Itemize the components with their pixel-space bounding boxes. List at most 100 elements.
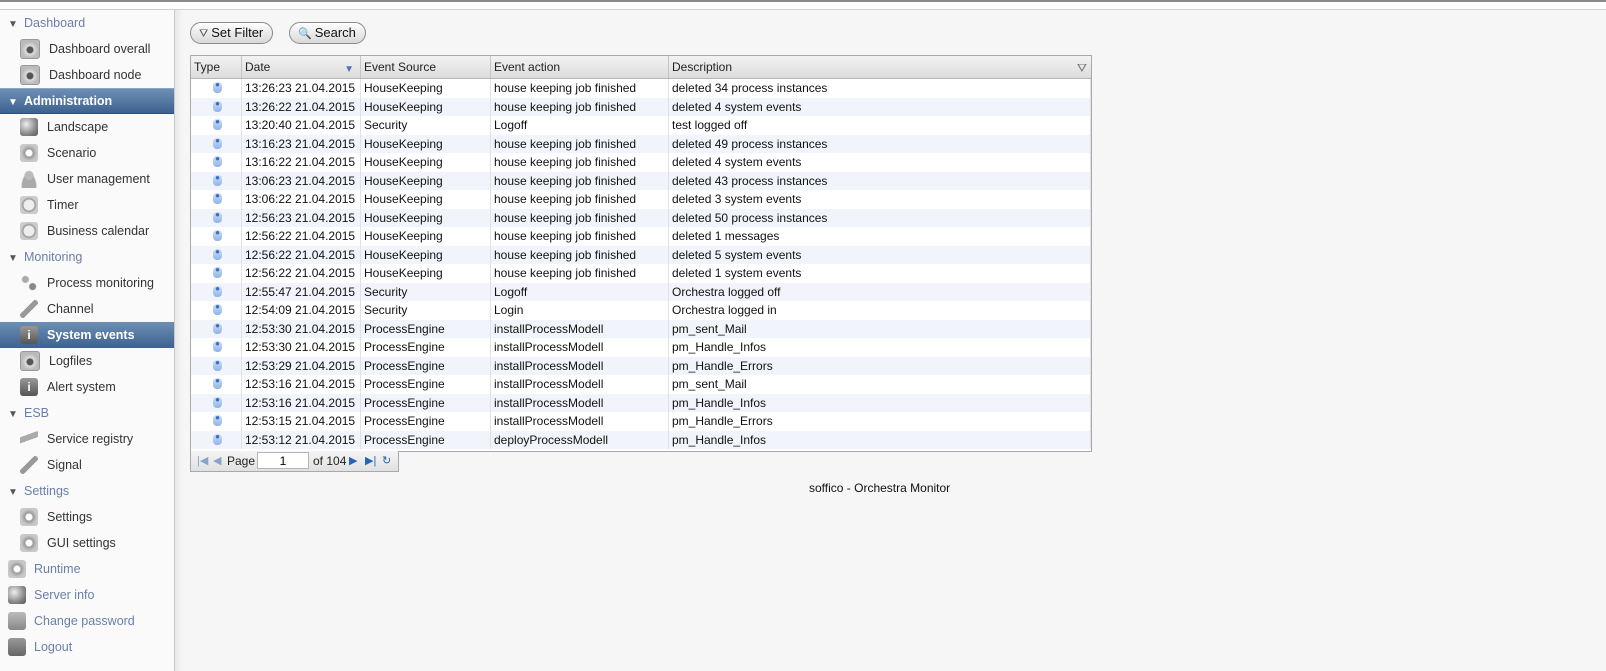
table-row[interactable]: 12:53:30 21.04.2015 ProcessEngine installP… <box>191 338 1091 357</box>
event-source-cell: ProcessEngine <box>361 338 491 357</box>
table-row[interactable]: 12:53:30 21.04.2015 ProcessEngine installP… <box>191 319 1091 338</box>
sidebar-item-logfiles[interactable]: Logfiles <box>0 348 174 374</box>
sidebar-item-process-monitoring[interactable]: Process monitoring <box>0 270 174 296</box>
table-row[interactable]: 13:06:23 21.04.2015 HouseKeeping house kee… <box>191 171 1091 190</box>
table-row[interactable]: 12:53:12 21.04.2015 ProcessEngine deployPr… <box>191 430 1091 449</box>
sidebar-item-label: Signal <box>47 458 82 472</box>
sidebar-item-signal[interactable]: Signal <box>0 452 174 478</box>
column-header-type[interactable]: Type <box>191 56 242 78</box>
clock-icon <box>20 195 38 214</box>
event-action-cell: house keeping job finished <box>491 245 669 264</box>
event-action-cell: installProcessModell <box>491 319 669 338</box>
description-cell: test logged off <box>669 116 1091 135</box>
first-page-icon[interactable]: |◀ <box>197 451 208 471</box>
sidebar-item-server-info[interactable]: Server info <box>0 582 174 608</box>
column-header-date[interactable]: Date ▼ <box>242 56 361 78</box>
set-filter-button[interactable]: ⛛ Set Filter <box>190 22 274 44</box>
section-settings[interactable]: ▼ Settings <box>0 478 174 504</box>
sidebar-item-gui-settings[interactable]: GUI settings <box>0 530 174 556</box>
type-cell <box>191 264 242 283</box>
sidebar-item-landscape[interactable]: Landscape <box>0 114 174 140</box>
info-event-icon <box>213 396 222 408</box>
sidebar-item-channel[interactable]: Channel <box>0 296 174 322</box>
column-filter-icon[interactable]: ⛛ <box>1077 57 1087 79</box>
sidebar-item-system-events[interactable]: i System events <box>0 322 174 348</box>
sidebar-item-dashboard-node[interactable]: Dashboard node <box>0 62 174 88</box>
section-monitoring[interactable]: ▼ Monitoring <box>0 244 174 270</box>
sidebar-item-runtime[interactable]: Runtime <box>0 556 174 582</box>
description-cell: deleted 43 process instances <box>669 171 1091 190</box>
column-header-event-source[interactable]: Event Source <box>361 56 491 78</box>
table-row[interactable]: 13:16:22 21.04.2015 HouseKeeping house kee… <box>191 153 1091 172</box>
sidebar-item-label: System events <box>47 328 135 342</box>
table-row[interactable]: 12:53:29 21.04.2015 ProcessEngine installP… <box>191 356 1091 375</box>
type-cell <box>191 97 242 116</box>
sidebar-item-settings[interactable]: Settings <box>0 504 174 530</box>
section-administration[interactable]: ▼ Administration <box>0 88 174 114</box>
sidebar: ▼ Dashboard Dashboard overall Dashboard n… <box>0 10 175 671</box>
search-button[interactable]: 🔍 Search <box>289 22 366 44</box>
sidebar-item-dashboard-overall[interactable]: Dashboard overall <box>0 36 174 62</box>
sidebar-item-business-calendar[interactable]: Business calendar <box>0 218 174 244</box>
sidebar-item-label: Timer <box>47 198 79 212</box>
column-header-description[interactable]: Description ⛛ <box>669 56 1091 78</box>
event-action-cell: installProcessModell <box>491 412 669 431</box>
previous-page-icon[interactable]: ◀ <box>213 451 221 471</box>
collapse-triangle-icon: ▼ <box>8 487 18 498</box>
table-row[interactable]: 12:53:16 21.04.2015 ProcessEngine installP… <box>191 375 1091 394</box>
date-cell: 12:54:09 21.04.2015 <box>242 301 361 320</box>
event-source-cell: HouseKeeping <box>361 227 491 246</box>
event-source-cell: HouseKeeping <box>361 134 491 153</box>
info-event-icon <box>213 137 222 149</box>
info-event-icon <box>213 378 222 389</box>
sidebar-item-service-registry[interactable]: Service registry <box>0 426 174 452</box>
table-row[interactable]: 12:56:22 21.04.2015 HouseKeeping house kee… <box>191 227 1091 246</box>
sidebar-item-label: User management <box>47 172 150 186</box>
sidebar-item-change-password[interactable]: Change password <box>0 608 174 634</box>
info-event-icon <box>213 82 222 93</box>
section-dashboard[interactable]: ▼ Dashboard <box>0 10 174 36</box>
sidebar-item-alert-system[interactable]: i Alert system <box>0 374 174 400</box>
table-row[interactable]: 12:55:47 21.04.2015 Security Logoff Orchest… <box>191 282 1091 301</box>
sidebar-item-label: GUI settings <box>47 536 116 550</box>
table-row[interactable]: 13:16:23 21.04.2015 HouseKeeping house kee… <box>191 134 1091 153</box>
table-row[interactable]: 12:56:22 21.04.2015 HouseKeeping house kee… <box>191 245 1091 264</box>
event-action-cell: installProcessModell <box>491 375 669 394</box>
sidebar-item-label: Change password <box>34 614 135 628</box>
last-page-icon[interactable]: ▶| <box>365 451 376 471</box>
disk-icon <box>20 38 40 59</box>
table-row[interactable]: 12:53:15 21.04.2015 ProcessEngine installP… <box>191 412 1091 431</box>
table-row[interactable]: 12:56:22 21.04.2015 HouseKeeping house kee… <box>191 264 1091 283</box>
sidebar-item-timer[interactable]: Timer <box>0 192 174 218</box>
table-row[interactable]: 12:53:16 21.04.2015 ProcessEngine installP… <box>191 393 1091 412</box>
table-row[interactable]: 13:26:22 21.04.2015 HouseKeeping house kee… <box>191 97 1091 116</box>
table-row[interactable]: 12:56:23 21.04.2015 HouseKeeping house kee… <box>191 208 1091 227</box>
page-number-input[interactable] <box>257 452 309 469</box>
description-cell: deleted 1 messages <box>669 227 1091 246</box>
sidebar-splitter[interactable] <box>175 10 183 671</box>
table-row[interactable]: 12:54:09 21.04.2015 Security Login Orchestr… <box>191 301 1091 320</box>
sidebar-item-scenario[interactable]: Scenario <box>0 140 174 166</box>
event-action-cell: installProcessModell <box>491 338 669 357</box>
section-label: Dashboard <box>24 16 86 30</box>
info-event-icon <box>213 322 222 334</box>
sort-descending-icon: ▼ <box>344 64 354 75</box>
table-row[interactable]: 13:06:22 21.04.2015 HouseKeeping house kee… <box>191 190 1091 209</box>
type-cell <box>191 319 242 338</box>
table-row[interactable]: 13:20:40 21.04.2015 Security Logoff test lo… <box>191 116 1091 135</box>
sidebar-item-user-management[interactable]: User management <box>0 166 174 192</box>
search-icon: 🔍 <box>298 28 312 40</box>
event-source-cell: ProcessEngine <box>361 412 491 431</box>
section-esb[interactable]: ▼ ESB <box>0 400 174 426</box>
filter-icon: ⛛ <box>199 28 209 40</box>
event-source-cell: HouseKeeping <box>361 171 491 190</box>
table-row[interactable]: 13:26:23 21.04.2015 HouseKeeping house kee… <box>191 79 1091 98</box>
column-header-event-action[interactable]: Event action <box>491 56 669 78</box>
refresh-icon[interactable]: ↻ <box>382 451 391 471</box>
description-cell: deleted 3 system events <box>669 190 1091 209</box>
globe-icon <box>20 117 38 136</box>
next-page-icon[interactable]: ▶ <box>349 451 357 471</box>
description-cell: pm_Handle_Errors <box>669 356 1091 375</box>
sidebar-item-logout[interactable]: Logout <box>0 634 174 660</box>
type-cell <box>191 116 242 135</box>
